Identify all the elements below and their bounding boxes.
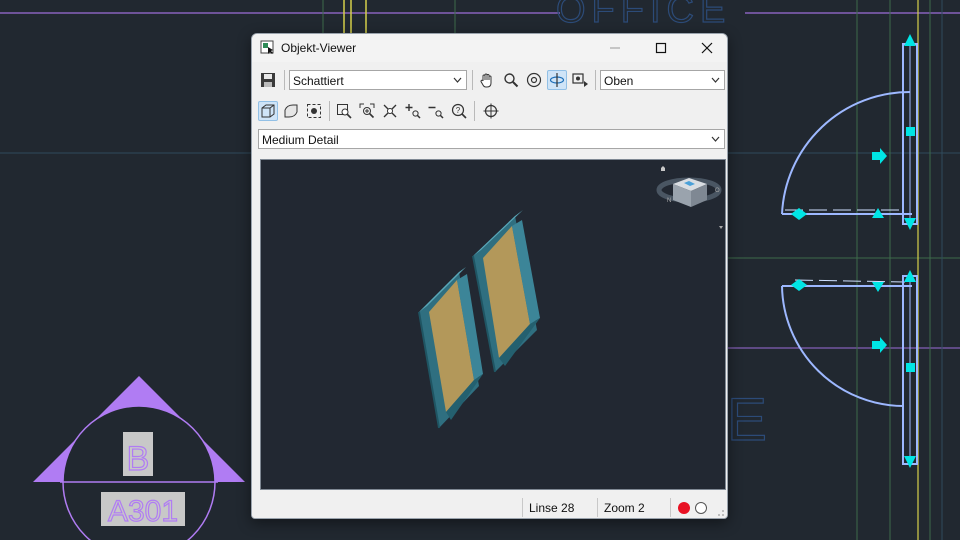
svg-text:?: ?	[456, 106, 461, 115]
sheet-reference: A301	[108, 495, 178, 528]
room-label: OFFICE	[556, 0, 731, 31]
viewcube-widget[interactable]: O N	[656, 166, 723, 229]
center-target-icon	[483, 103, 499, 119]
door-panel-right	[472, 210, 540, 373]
zoom-status-label: Zoom 2	[604, 501, 645, 515]
lens-status: Linse 28	[522, 498, 599, 517]
maximize-icon	[655, 42, 667, 54]
zoom-in-icon	[405, 104, 421, 119]
save-icon	[261, 73, 275, 87]
chevron-down-icon	[711, 136, 720, 142]
camera-target-button[interactable]	[304, 101, 324, 121]
zoom-icon	[504, 73, 519, 88]
record-button[interactable]	[678, 502, 690, 514]
room-label-partial: E	[727, 386, 767, 453]
zoom-extents-button[interactable]	[380, 101, 400, 121]
center-target-button[interactable]	[481, 101, 501, 121]
box-view-button[interactable]	[258, 101, 278, 121]
detail-level-value: Medium Detail	[262, 133, 339, 147]
pan-icon	[480, 73, 492, 88]
object-viewer-window[interactable]: Objekt-Viewer Schattiert Oben ? Medium D…	[251, 33, 728, 519]
zoom-out-button[interactable]	[426, 101, 446, 121]
zoom-out-icon	[428, 106, 444, 119]
box-view-icon	[261, 104, 275, 118]
chevron-down-icon	[711, 77, 720, 83]
smooth-view-button[interactable]	[281, 101, 301, 121]
smooth-view-icon	[284, 104, 298, 118]
object-viewer-app-icon	[260, 40, 274, 54]
chevron-down-icon	[453, 77, 462, 83]
camera-target-icon	[307, 104, 321, 118]
zoom-button[interactable]	[501, 70, 521, 90]
minimize-icon	[610, 47, 620, 49]
3d-viewport[interactable]: O N	[260, 159, 726, 490]
close-icon	[701, 42, 713, 54]
home-icon[interactable]	[661, 166, 665, 171]
close-button[interactable]	[684, 34, 727, 62]
pan-button[interactable]	[477, 70, 497, 90]
zoom-extents-icon	[383, 104, 397, 118]
visual-style-value: Schattiert	[293, 74, 344, 88]
toolbar-separator	[329, 101, 330, 121]
zoom-realtime-icon	[359, 103, 375, 119]
save-button[interactable]	[258, 70, 278, 90]
zoom-help-icon: ?	[451, 103, 467, 119]
detail-level-select[interactable]: Medium Detail	[258, 129, 725, 149]
minimize-button[interactable]	[592, 34, 638, 62]
window-title: Objekt-Viewer	[281, 41, 357, 55]
main-toolbar: Schattiert Oben	[252, 67, 727, 95]
view-toolbar: ?	[252, 98, 727, 126]
constrained-orbit-icon	[549, 73, 565, 87]
camera-icon	[572, 73, 588, 87]
resize-grip-icon[interactable]	[717, 509, 725, 517]
zoom-in-button[interactable]	[403, 101, 423, 121]
view-value: Oben	[604, 74, 634, 88]
toolbar-separator	[472, 70, 473, 90]
section-letter: B	[127, 440, 150, 478]
lens-status-label: Linse 28	[529, 501, 575, 515]
svg-text:O: O	[715, 188, 720, 194]
svg-text:N: N	[667, 198, 671, 204]
orbit-icon	[526, 72, 542, 88]
zoom-help-button[interactable]: ?	[449, 101, 469, 121]
door-lower	[781, 275, 918, 465]
section-marker[interactable]: B A301	[33, 376, 245, 540]
3d-model-render: O N	[418, 166, 723, 429]
view-select[interactable]: Oben	[600, 70, 725, 90]
zoom-window-icon	[337, 104, 352, 119]
zoom-realtime-button[interactable]	[357, 101, 377, 121]
zoom-status: Zoom 2	[597, 498, 672, 517]
door-upper	[781, 43, 918, 225]
camera-button[interactable]	[570, 70, 590, 90]
stop-button[interactable]	[695, 502, 707, 514]
maximize-button[interactable]	[638, 34, 684, 62]
door-panel-left	[418, 267, 483, 429]
constrained-orbit-button[interactable]	[547, 70, 567, 90]
viewcube-menu-icon[interactable]	[719, 226, 723, 229]
status-bar: Linse 28 Zoom 2	[252, 496, 727, 518]
toolbar-separator	[284, 70, 285, 90]
orbit-button[interactable]	[524, 70, 544, 90]
title-bar[interactable]: Objekt-Viewer	[252, 34, 727, 62]
visual-style-select[interactable]: Schattiert	[289, 70, 467, 90]
toolbar-separator	[474, 101, 475, 121]
selection-grips[interactable]	[791, 34, 916, 468]
zoom-window-button[interactable]	[334, 101, 354, 121]
toolbar-separator	[595, 70, 596, 90]
